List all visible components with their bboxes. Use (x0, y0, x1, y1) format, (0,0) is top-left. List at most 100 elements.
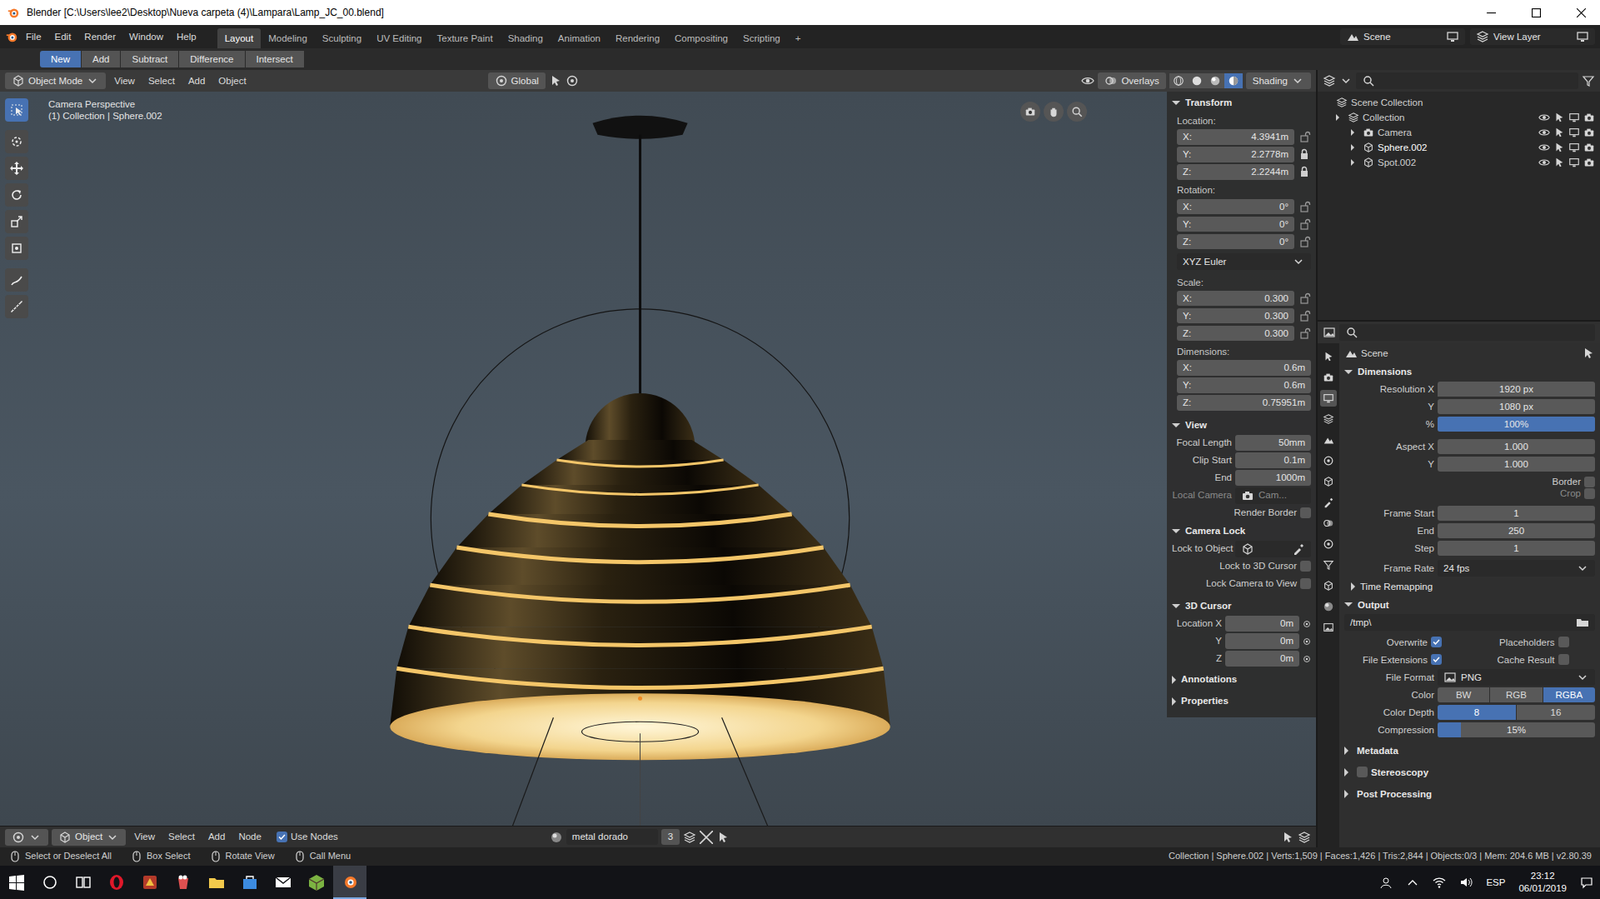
collapsed-panel-header[interactable]: Stereoscopy (1344, 762, 1596, 782)
collapsed-panel-header[interactable]: Post Processing (1344, 784, 1596, 803)
number-field[interactable]: 50mm (1235, 434, 1311, 450)
editor-type-dropdown[interactable] (4, 828, 49, 846)
checkbox[interactable] (1300, 507, 1311, 519)
minimize-icon[interactable] (1471, 0, 1511, 25)
number-field[interactable]: Z:0.300 (1176, 325, 1295, 341)
expand-arrow-icon[interactable] (1171, 423, 1181, 428)
number-field[interactable]: 100% (1437, 416, 1596, 432)
render-visibility-icon[interactable] (1583, 126, 1596, 139)
checkbox[interactable] (1430, 653, 1442, 665)
transform-panel-header[interactable]: Transform (1171, 93, 1311, 112)
measure-tool-icon[interactable] (4, 294, 29, 319)
hide-icon[interactable] (1538, 111, 1551, 124)
animate-dot-icon[interactable] (1302, 652, 1311, 666)
collapsed-panel-header[interactable]: Properties (1171, 692, 1311, 711)
expand-arrow-icon[interactable] (1344, 767, 1349, 777)
number-field[interactable]: 1.000 (1437, 456, 1596, 472)
disclosure-arrow-icon[interactable] (1350, 129, 1355, 136)
shader-type-dropdown[interactable]: Object (51, 828, 126, 846)
local-camera-field[interactable]: Cam... (1235, 487, 1311, 504)
number-field[interactable]: X:0° (1176, 199, 1295, 215)
tool-tab-icon[interactable] (1320, 348, 1337, 365)
dropdown-icon[interactable] (1339, 74, 1353, 88)
time-remapping-header[interactable]: Time Remapping (1344, 577, 1596, 596)
folder-icon[interactable] (1575, 615, 1590, 629)
checkbox[interactable] (1300, 560, 1311, 572)
number-field[interactable]: X:0.6m (1176, 359, 1311, 375)
workspace-tab[interactable]: Scripting (735, 28, 788, 49)
workspace-tab[interactable]: Sculpting (314, 28, 369, 49)
lock-icon[interactable] (1297, 164, 1311, 179)
checkbox[interactable] (1558, 653, 1570, 665)
render-tab-icon[interactable] (1320, 368, 1337, 386)
scale-tool-icon[interactable] (4, 209, 29, 234)
viewport-menu[interactable]: Add (183, 73, 210, 89)
checkbox[interactable] (1430, 636, 1442, 648)
checkbox[interactable] (276, 831, 288, 843)
overlays-button[interactable]: Overlays (1097, 72, 1166, 90)
expand-arrow-icon[interactable] (1344, 789, 1349, 798)
material-shading-icon[interactable] (1206, 73, 1225, 89)
number-field[interactable]: Z:0° (1176, 234, 1295, 250)
expand-arrow-icon[interactable] (1171, 528, 1181, 534)
eyedropper-icon[interactable] (1291, 542, 1306, 556)
hide-icon[interactable] (1538, 141, 1551, 154)
number-field[interactable]: Y:0.6m (1176, 377, 1311, 393)
number-field[interactable]: 0m (1225, 633, 1300, 648)
lock-icon[interactable] (1297, 291, 1311, 305)
number-field[interactable]: Y:0° (1176, 216, 1295, 232)
node-menu[interactable]: Node (233, 828, 267, 844)
snap-icon[interactable] (548, 74, 563, 88)
select-tool-icon[interactable] (4, 98, 29, 122)
filter-icon[interactable] (1581, 74, 1596, 88)
camera-icon[interactable] (1020, 101, 1041, 122)
constraints-tab-icon[interactable] (1320, 556, 1337, 574)
number-field[interactable]: 1000m (1235, 469, 1311, 485)
game-icon[interactable] (133, 865, 167, 899)
checkbox[interactable] (1584, 488, 1596, 499)
collapsed-panel-header[interactable]: Annotations (1171, 670, 1311, 689)
fake-user-icon[interactable] (682, 830, 697, 844)
expand-arrow-icon[interactable] (1344, 746, 1349, 755)
viewport-visibility-icon[interactable] (1568, 156, 1581, 169)
wireframe-shading-icon[interactable] (1169, 73, 1188, 89)
opera-icon[interactable] (99, 865, 134, 899)
segment-option[interactable]: 16 (1516, 704, 1596, 720)
snap-icon[interactable] (1280, 830, 1295, 844)
user-count[interactable]: 3 (661, 828, 680, 844)
dimensions-panel-header[interactable]: Dimensions (1344, 362, 1596, 381)
viewport-menu[interactable]: Object (213, 73, 251, 89)
clock[interactable]: 23:1206/01/2019 (1518, 869, 1567, 895)
copy-layer-icon[interactable] (1575, 29, 1590, 44)
backdrop-icon[interactable] (1297, 830, 1311, 844)
lock-icon[interactable] (1297, 129, 1311, 144)
menu-item[interactable]: Edit (49, 28, 78, 45)
workspace-tab[interactable]: Layout (217, 28, 262, 49)
segment-option[interactable]: RGB (1490, 687, 1542, 703)
material-icon[interactable] (549, 830, 564, 844)
hide-icon[interactable] (1538, 126, 1551, 139)
cinema-icon[interactable] (166, 865, 200, 899)
number-field[interactable]: Z:2.2244m (1176, 164, 1295, 180)
selection-mode-button[interactable]: Add (81, 50, 120, 68)
rotation-mode-dropdown[interactable]: XYZ Euler (1176, 253, 1311, 270)
number-field[interactable]: 1 (1437, 505, 1596, 521)
number-field[interactable]: 1080 px (1437, 398, 1596, 414)
pin-icon[interactable] (1581, 346, 1596, 360)
workspace-tab[interactable]: Rendering (608, 28, 668, 49)
notifications-icon[interactable] (1580, 875, 1594, 889)
animate-dot-icon[interactable] (1302, 617, 1311, 631)
number-field[interactable]: X:4.3941m (1176, 129, 1295, 145)
cursor-tool-icon[interactable] (4, 129, 29, 154)
viewport-menu[interactable]: Select (143, 73, 180, 89)
disclosure-arrow-icon[interactable] (1335, 114, 1340, 121)
mail-icon[interactable] (266, 865, 300, 899)
output-tab-icon[interactable] (1320, 389, 1337, 407)
proportional-icon[interactable] (565, 74, 579, 88)
checkbox[interactable] (1558, 636, 1570, 648)
number-field[interactable]: 0.1m (1235, 452, 1311, 468)
number-field[interactable]: 0m (1225, 650, 1300, 666)
number-field[interactable]: 0m (1225, 615, 1300, 631)
selection-mode-button[interactable]: Difference (179, 50, 245, 68)
lock-icon[interactable] (1297, 199, 1311, 214)
